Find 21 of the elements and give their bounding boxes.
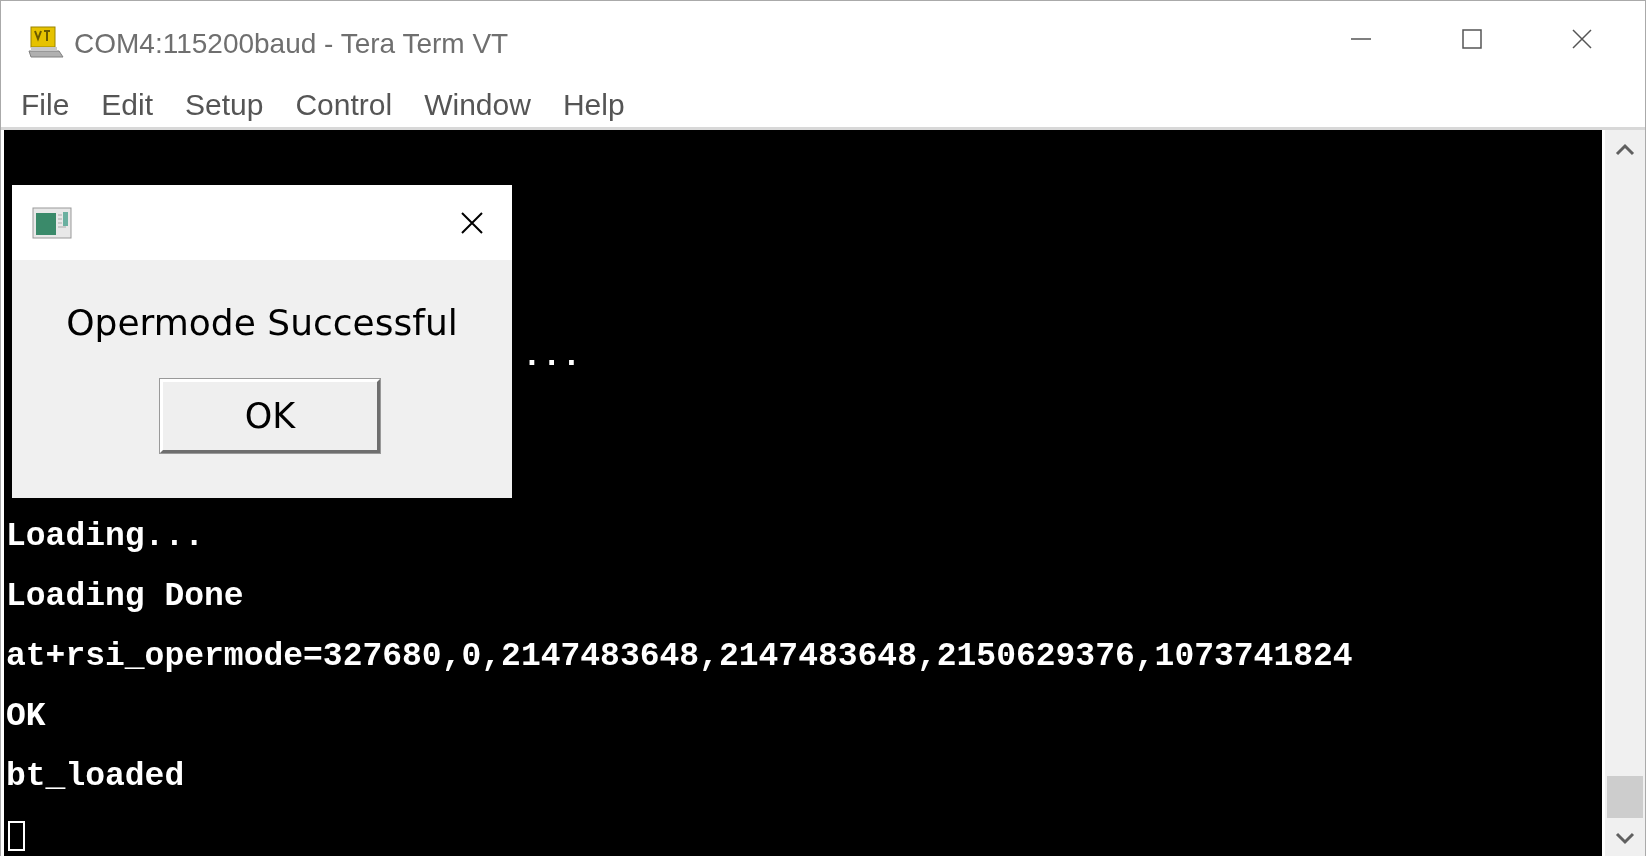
ok-button[interactable]: OK: [160, 379, 380, 453]
close-icon[interactable]: [460, 210, 484, 235]
scrollbar[interactable]: [1602, 130, 1645, 856]
menu-item[interactable]: Control: [281, 88, 407, 122]
menu-item[interactable]: Setup: [171, 88, 278, 122]
window-icon: [32, 206, 72, 239]
terminal-line: ...: [521, 337, 582, 375]
scroll-thumb[interactable]: [1607, 776, 1643, 818]
terminal-line: Loading Done: [5, 577, 244, 615]
menu-item[interactable]: File: [7, 88, 84, 122]
terminal-line: at+rsi_opermode=327680,0,2147483648,2147483648,2150629376,1073741824: [5, 637, 1353, 675]
text-cursor: [8, 821, 25, 851]
terminal-line: Loading...: [5, 517, 205, 555]
terminal-app-icon: [27, 25, 65, 59]
menu-item[interactable]: Edit: [87, 88, 168, 122]
terminal-line: bt_loaded: [5, 757, 185, 795]
terminal-line: OK: [5, 697, 46, 735]
menu-item[interactable]: Help: [548, 88, 639, 122]
window-title: COM4:115200baud - Tera Term VT: [74, 27, 510, 60]
dialog-message: Opermode Successful: [65, 302, 459, 343]
menu-item[interactable]: Window: [410, 88, 545, 122]
